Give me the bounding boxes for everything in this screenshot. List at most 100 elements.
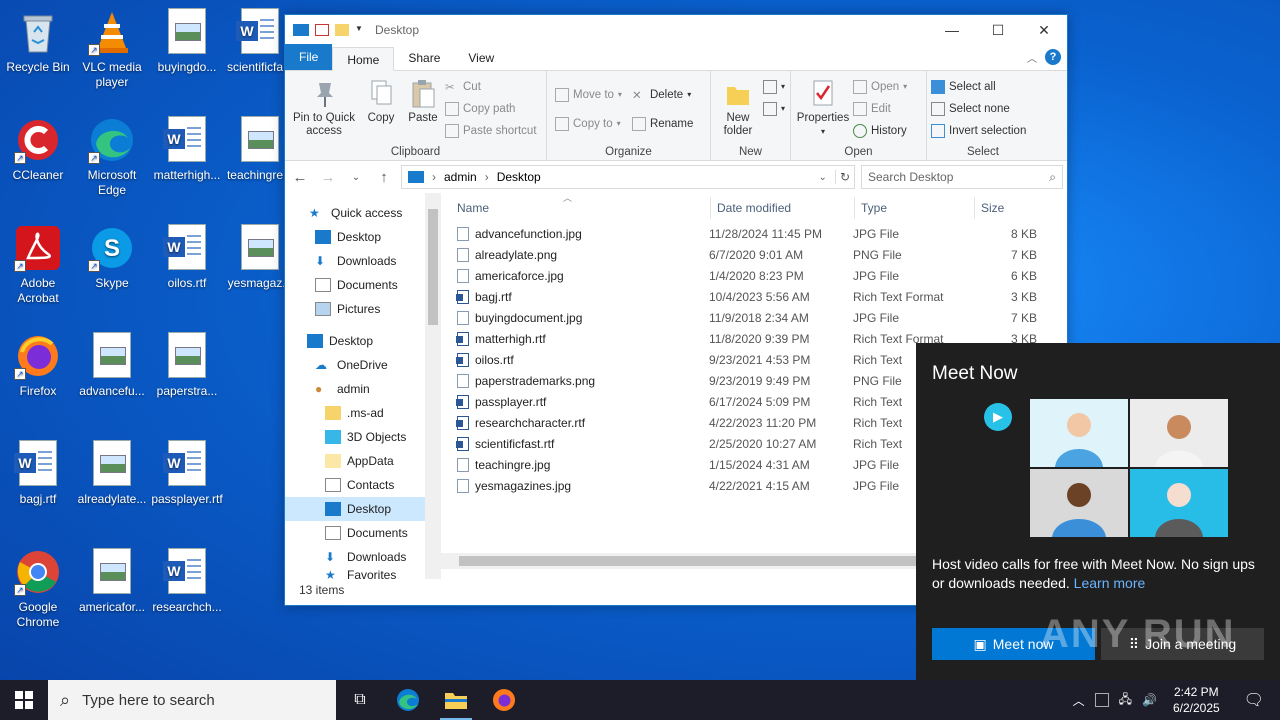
invert-selection-button[interactable]: Invert selection <box>931 121 1026 140</box>
edit-button[interactable]: Edit <box>853 99 907 118</box>
task-view-button[interactable]: ⧉ <box>336 680 384 720</box>
collapse-ribbon-icon[interactable]: ︿ <box>1027 50 1037 65</box>
desktop-icon-matterhigh[interactable]: W matterhigh... <box>149 116 225 183</box>
desktop-icon-ccleaner[interactable]: ↗ CCleaner <box>0 116 76 183</box>
breadcrumb-admin[interactable]: admin <box>444 170 477 184</box>
delete-button[interactable]: ✕ Delete ▾ <box>632 85 693 104</box>
desktop-icon-advancefunction[interactable]: advancefu... <box>74 332 150 399</box>
nav-item-appdata[interactable]: AppData <box>285 449 441 473</box>
tab-share[interactable]: Share <box>394 46 454 70</box>
file-row[interactable]: advancefunction.jpg 11/28/2024 11:45 PM JP… <box>441 223 1067 244</box>
move-to-button[interactable]: Move to ▾ <box>555 85 622 104</box>
file-row[interactable]: bagj.rtf 10/4/2023 5:56 AM Rich Text Forma… <box>441 286 1067 307</box>
desktop-icon-oilos[interactable]: W oilos.rtf <box>149 224 225 291</box>
address-bar[interactable]: › admin › Desktop ⌄ ↻ <box>401 165 855 189</box>
new-folder-button[interactable]: New folder <box>715 75 761 142</box>
nav-item-documents-pinned[interactable]: Documents📌 <box>285 273 441 297</box>
nav-scrollbar[interactable] <box>425 193 441 579</box>
new-item-button[interactable]: ▾ <box>763 77 785 96</box>
desktop-icon-skype[interactable]: S ↗ Skype <box>74 224 150 291</box>
volume-icon[interactable]: 🔊 <box>1142 693 1157 707</box>
show-hidden-icons-icon[interactable]: ︿ <box>1073 692 1085 709</box>
paste-shortcut-button[interactable]: Paste shortcut <box>445 121 537 140</box>
learn-more-link[interactable]: Learn more <box>1074 575 1146 591</box>
refresh-icon[interactable]: ↻ <box>834 170 854 184</box>
address-dropdown-icon[interactable]: ⌄ <box>819 172 827 183</box>
easy-access-button[interactable]: ▾ <box>763 99 785 118</box>
search-input[interactable]: Search Desktop ⌕ <box>861 165 1063 189</box>
horizontal-scrollbar-thumb[interactable] <box>459 556 959 566</box>
nav-item-onedrive[interactable]: ☁ OneDrive <box>285 353 441 377</box>
nav-item-desktop-root[interactable]: Desktop <box>285 329 441 353</box>
nav-item-pictures-pinned[interactable]: Pictures📌 <box>285 297 441 321</box>
desktop-icon-researchcharacter[interactable]: W researchch... <box>149 548 225 615</box>
minimize-button[interactable]: — <box>929 15 975 45</box>
taskbar-edge[interactable] <box>384 680 432 720</box>
maximize-button[interactable]: ☐ <box>975 15 1021 45</box>
nav-item-favorites[interactable]: ★ Favorites <box>285 569 441 579</box>
column-header-size[interactable]: Size <box>975 197 1051 219</box>
select-all-button[interactable]: Select all <box>931 77 1026 96</box>
nav-item-desktop-selected[interactable]: Desktop <box>285 497 441 521</box>
desktop-icon-adobe-acrobat[interactable]: ↗ Adobe Acrobat <box>0 224 76 306</box>
desktop-icon-buyingdocument[interactable]: buyingdo... <box>149 8 225 75</box>
nav-item-ms-ad[interactable]: .ms-ad <box>285 401 441 425</box>
nav-item-contacts[interactable]: Contacts <box>285 473 441 497</box>
cut-button[interactable]: ✂ Cut <box>445 77 537 96</box>
file-row[interactable]: alreadylate.png 6/7/2020 9:01 AM PNG File 7… <box>441 244 1067 265</box>
recent-locations-button[interactable]: ⌄ <box>345 172 367 183</box>
taskbar-firefox[interactable] <box>480 680 528 720</box>
paste-button[interactable]: Paste <box>403 75 443 142</box>
notifications-icon[interactable]: 🗨 <box>1236 690 1272 710</box>
nav-scrollbar-thumb[interactable] <box>428 209 438 325</box>
clock[interactable]: 2:42 PM 6/2/2025 <box>1167 684 1226 716</box>
desktop-icon-vlc[interactable]: ↗ VLC media player <box>74 8 150 90</box>
column-header-name[interactable]: Name ︿ <box>441 193 711 219</box>
properties-qat-icon[interactable] <box>315 24 329 36</box>
meet-now-tray-icon[interactable] <box>1094 693 1109 707</box>
desktop-icon-google-chrome[interactable]: ↗ Google Chrome <box>0 548 76 630</box>
forward-button[interactable]: → <box>317 169 339 186</box>
column-header-type[interactable]: Type <box>855 197 975 219</box>
nav-item-downloads-pinned[interactable]: ⬇Downloads📌 <box>285 249 441 273</box>
tab-view[interactable]: View <box>454 46 508 70</box>
tab-home[interactable]: Home <box>332 47 395 71</box>
desktop-icon-alreadylate[interactable]: alreadylate... <box>74 440 150 507</box>
qat-dropdown-icon[interactable]: ▼ <box>355 24 365 36</box>
nav-item-3d-objects[interactable]: 3D Objects <box>285 425 441 449</box>
desktop-icon-bagj[interactable]: W bagj.rtf <box>0 440 76 507</box>
copy-to-button[interactable]: Copy to ▾ <box>555 114 622 133</box>
desktop-icon-americaforce[interactable]: americafor... <box>74 548 150 615</box>
file-row[interactable]: buyingdocument.jpg 11/9/2018 2:34 AM JPG F… <box>441 307 1067 328</box>
rename-button[interactable]: Rename <box>631 114 693 133</box>
properties-button[interactable]: Properties ▾ <box>795 75 851 142</box>
nav-item-admin[interactable]: ● admin <box>285 377 441 401</box>
start-button[interactable] <box>0 680 48 720</box>
nav-item-documents[interactable]: Documents <box>285 521 441 545</box>
desktop-icon-microsoft-edge[interactable]: ↗ Microsoft Edge <box>74 116 150 198</box>
file-row[interactable]: americaforce.jpg 1/4/2020 8:23 PM JPG File… <box>441 265 1067 286</box>
close-button[interactable]: ✕ <box>1021 15 1067 45</box>
desktop-icon-paperstrademarks[interactable]: paperstra... <box>149 332 225 399</box>
new-folder-qat-icon[interactable] <box>335 24 349 36</box>
column-header-date[interactable]: Date modified <box>711 197 855 219</box>
copy-button[interactable]: Copy <box>361 75 401 142</box>
history-button[interactable]: History <box>853 121 907 140</box>
nav-item-downloads[interactable]: ⬇ Downloads <box>285 545 441 569</box>
breadcrumb-desktop[interactable]: Desktop <box>497 170 541 184</box>
help-icon[interactable]: ? <box>1045 49 1061 65</box>
desktop-icon-recycle-bin[interactable]: Recycle Bin <box>0 8 76 75</box>
desktop-icon-firefox[interactable]: ↗ Firefox <box>0 332 76 399</box>
open-button[interactable]: Open ▾ <box>853 77 907 96</box>
up-button[interactable]: ↑ <box>373 169 395 186</box>
pin-to-quick-access-button[interactable]: Pin to Quick access <box>289 75 359 142</box>
desktop-icon-passplayer[interactable]: W passplayer.rtf <box>149 440 225 507</box>
network-icon[interactable]: 🖧 <box>1119 690 1132 711</box>
copy-path-button[interactable]: Copy path <box>445 99 537 118</box>
nav-item-quick-access[interactable]: ★ Quick access <box>285 201 441 225</box>
taskbar-file-explorer[interactable] <box>432 680 480 720</box>
nav-item-desktop-pinned[interactable]: Desktop📌 <box>285 225 441 249</box>
select-none-button[interactable]: Select none <box>931 99 1026 118</box>
back-button[interactable]: ← <box>289 169 311 186</box>
taskbar-search[interactable]: ⌕ Type here to search <box>48 680 336 720</box>
